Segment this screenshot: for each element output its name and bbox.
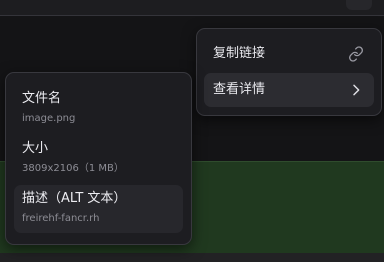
size-title: 大小 bbox=[22, 141, 49, 156]
screen: 复制链接 查看详情 文件名 image.png 大小 3809x2106（1 M… bbox=[0, 0, 384, 262]
copy-link-menu-item[interactable]: 复制链接 bbox=[204, 37, 374, 71]
description-field[interactable]: 描述（ALT 文本） freirehf-fancr.rh bbox=[14, 185, 183, 233]
view-details-menu-item[interactable]: 查看详情 bbox=[204, 73, 374, 107]
chevron-right-icon bbox=[353, 84, 360, 96]
view-details-label: 查看详情 bbox=[213, 82, 266, 97]
filename-title: 文件名 bbox=[22, 91, 62, 106]
copy-link-label: 复制链接 bbox=[213, 46, 266, 61]
size-value: 3809x2106（1 MB） bbox=[22, 163, 124, 174]
context-menu: 复制链接 查看详情 bbox=[196, 28, 382, 116]
image-details-panel: 文件名 image.png 大小 3809x2106（1 MB） 描述（ALT … bbox=[5, 72, 192, 245]
top-bar bbox=[0, 0, 384, 15]
header-divider bbox=[0, 15, 384, 16]
filename-field: 文件名 image.png bbox=[14, 85, 183, 133]
description-title: 描述（ALT 文本） bbox=[22, 191, 127, 206]
size-field: 大小 3809x2106（1 MB） bbox=[14, 135, 183, 183]
description-value: freirehf-fancr.rh bbox=[22, 213, 100, 224]
filename-value: image.png bbox=[22, 113, 76, 124]
image-footer-strip bbox=[0, 253, 384, 262]
top-bar-button[interactable] bbox=[346, 0, 372, 10]
link-icon bbox=[349, 46, 363, 62]
